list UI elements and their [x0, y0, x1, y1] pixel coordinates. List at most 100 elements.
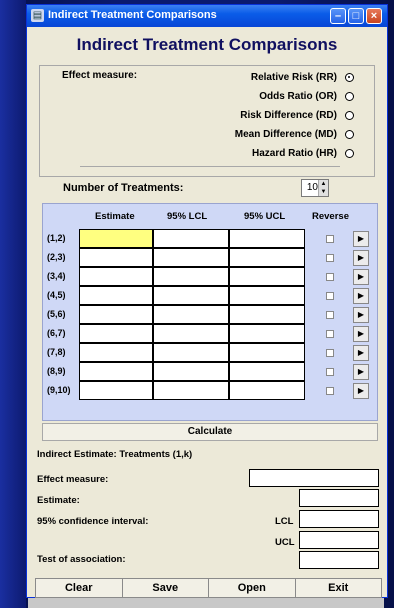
number-of-treatments-value: 10: [306, 182, 318, 193]
row-label: (9,10): [47, 385, 71, 395]
ucl-cell[interactable]: [229, 305, 305, 324]
clear-button[interactable]: Clear: [35, 578, 123, 598]
reverse-checkbox[interactable]: [326, 254, 334, 262]
divider: [80, 166, 340, 167]
result-lcl-label: LCL: [275, 516, 294, 527]
open-button[interactable]: Open: [208, 578, 296, 598]
ucl-cell[interactable]: [229, 248, 305, 267]
radio-icon[interactable]: [345, 129, 354, 139]
radio-hazard-ratio[interactable]: Hazard Ratio (HR): [252, 145, 354, 161]
reverse-checkbox[interactable]: [326, 311, 334, 319]
row-label: (4,5): [47, 290, 66, 300]
ucl-cell[interactable]: [229, 362, 305, 381]
estimate-cell[interactable]: [79, 362, 153, 381]
radio-icon[interactable]: [345, 148, 354, 158]
lcl-cell[interactable]: [153, 286, 229, 305]
ucl-cell[interactable]: [229, 229, 305, 248]
lcl-cell[interactable]: [153, 305, 229, 324]
result-estimate-label: Estimate:: [37, 495, 80, 506]
reverse-checkbox[interactable]: [326, 330, 334, 338]
result-estimate-field[interactable]: [299, 489, 379, 507]
estimate-cell[interactable]: [79, 324, 153, 343]
estimate-cell[interactable]: [79, 286, 153, 305]
radio-odds-ratio[interactable]: Odds Ratio (OR): [259, 88, 354, 104]
calculate-button[interactable]: Calculate: [42, 423, 378, 441]
save-button[interactable]: Save: [121, 578, 209, 598]
ucl-cell[interactable]: [229, 267, 305, 286]
radio-risk-difference[interactable]: Risk Difference (RD): [240, 107, 354, 123]
result-effect-measure-field[interactable]: [249, 469, 379, 487]
play-arrow-icon[interactable]: ▶: [353, 383, 369, 399]
radio-selected-icon[interactable]: [345, 72, 354, 82]
row-label: (3,4): [47, 271, 66, 281]
spinner-arrows-icon[interactable]: ▲ ▼: [318, 180, 328, 196]
row-label: (6,7): [47, 328, 66, 338]
close-icon[interactable]: ×: [366, 8, 382, 24]
estimate-cell[interactable]: [79, 343, 153, 362]
radio-icon[interactable]: [345, 91, 354, 101]
reverse-checkbox[interactable]: [326, 235, 334, 243]
lcl-cell[interactable]: [153, 362, 229, 381]
title-bar[interactable]: ▤ Indirect Treatment Comparisons – □ ×: [27, 5, 387, 27]
lcl-cell[interactable]: [153, 229, 229, 248]
reverse-checkbox[interactable]: [326, 387, 334, 395]
reverse-checkbox[interactable]: [326, 273, 334, 281]
minimize-icon[interactable]: –: [330, 8, 346, 24]
reverse-checkbox[interactable]: [326, 292, 334, 300]
play-arrow-icon[interactable]: ▶: [353, 307, 369, 323]
play-arrow-icon[interactable]: ▶: [353, 345, 369, 361]
comparisons-grid: Estimate 95% LCL 95% UCL Reverse (1,2) ▶ (…: [42, 203, 378, 421]
estimate-cell[interactable]: [79, 305, 153, 324]
row-label: (5,6): [47, 309, 66, 319]
play-arrow-icon[interactable]: ▶: [353, 364, 369, 380]
result-test-label: Test of association:: [37, 554, 126, 565]
result-ucl-label: UCL: [275, 537, 295, 548]
background-window-strip: [28, 598, 384, 608]
ucl-cell[interactable]: [229, 381, 305, 400]
row-label: (2,3): [47, 252, 66, 262]
lcl-cell[interactable]: [153, 267, 229, 286]
reverse-checkbox[interactable]: [326, 368, 334, 376]
estimate-cell[interactable]: [79, 248, 153, 267]
radio-mean-difference[interactable]: Mean Difference (MD): [235, 126, 354, 142]
play-arrow-icon[interactable]: ▶: [353, 250, 369, 266]
lcl-cell[interactable]: [153, 343, 229, 362]
app-window: ▤ Indirect Treatment Comparisons – □ × I…: [26, 4, 388, 598]
result-ucl-field[interactable]: [299, 531, 379, 549]
radio-icon[interactable]: [345, 110, 354, 120]
lcl-cell[interactable]: [153, 324, 229, 343]
number-of-treatments-stepper[interactable]: 10 ▲ ▼: [301, 179, 329, 197]
row-label: (1,2): [47, 233, 66, 243]
row-label: (8,9): [47, 366, 66, 376]
number-of-treatments-label: Number of Treatments:: [63, 182, 184, 194]
maximize-icon[interactable]: □: [348, 8, 364, 24]
column-header-estimate: Estimate: [95, 211, 135, 222]
button-bar: Clear Save Open Exit: [35, 578, 382, 598]
ucl-cell[interactable]: [229, 286, 305, 305]
ucl-cell[interactable]: [229, 343, 305, 362]
app-icon: ▤: [31, 9, 44, 22]
result-test-field[interactable]: [299, 551, 379, 569]
column-header-ucl: 95% UCL: [244, 211, 286, 222]
lcl-cell[interactable]: [153, 248, 229, 267]
lcl-cell[interactable]: [153, 381, 229, 400]
exit-button[interactable]: Exit: [294, 578, 382, 598]
reverse-checkbox[interactable]: [326, 349, 334, 357]
estimate-cell[interactable]: [79, 381, 153, 400]
effect-measure-panel: Effect measure: Relative Risk (RR) Odds …: [39, 65, 375, 177]
estimate-cell[interactable]: [79, 267, 153, 286]
estimate-cell[interactable]: [79, 229, 153, 248]
result-ci-label: 95% confidence interval:: [37, 516, 149, 527]
window-title: Indirect Treatment Comparisons: [48, 9, 217, 21]
result-effect-measure-label: Effect measure:: [37, 474, 109, 485]
column-header-lcl: 95% LCL: [167, 211, 208, 222]
radio-relative-risk[interactable]: Relative Risk (RR): [251, 69, 354, 85]
play-arrow-icon[interactable]: ▶: [353, 269, 369, 285]
result-lcl-field[interactable]: [299, 510, 379, 528]
ucl-cell[interactable]: [229, 324, 305, 343]
play-arrow-icon[interactable]: ▶: [353, 326, 369, 342]
background-window-edge: [0, 0, 26, 608]
play-arrow-icon[interactable]: ▶: [353, 288, 369, 304]
row-label: (7,8): [47, 347, 66, 357]
play-arrow-icon[interactable]: ▶: [353, 231, 369, 247]
